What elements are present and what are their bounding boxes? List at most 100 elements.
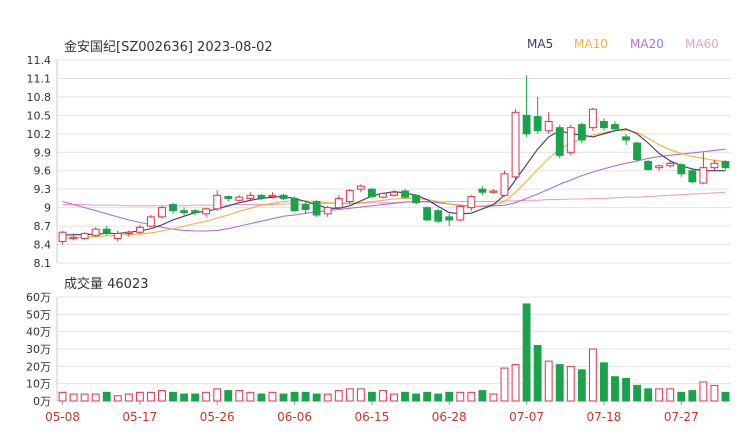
candle-body: [666, 162, 675, 167]
volume-bar: [180, 393, 188, 402]
volume-bar: [588, 348, 597, 402]
candle-body: [622, 136, 630, 141]
candle-body: [500, 173, 509, 196]
candle-body: [423, 207, 432, 221]
candle-body: [213, 194, 222, 210]
volume-bar: [533, 345, 542, 402]
candle-body: [533, 116, 542, 132]
volume-bar: [146, 391, 155, 402]
price-tick-label: 9.9: [34, 146, 52, 159]
candle-body: [158, 207, 166, 218]
volume-bar: [345, 388, 354, 402]
candle-body: [600, 121, 608, 129]
candle-body: [113, 232, 122, 239]
candle-body: [312, 200, 321, 216]
candle-body: [80, 232, 89, 239]
price-tick-label: 10.5: [27, 109, 52, 122]
volume-bar: [158, 390, 166, 402]
volume-tick-label: 20万: [26, 360, 51, 373]
volume-bar: [356, 388, 365, 402]
candle-body: [345, 189, 354, 202]
candle-body: [91, 228, 100, 236]
candle-body: [412, 194, 421, 204]
candle-body: [135, 226, 144, 233]
volume-bar: [622, 377, 630, 402]
volume-bar: [478, 390, 487, 402]
candle-body: [655, 165, 664, 169]
date-tick-label: 07-07: [509, 410, 544, 424]
ma10-line: [62, 129, 726, 239]
candle-body: [102, 228, 111, 234]
volume-bar: [58, 391, 67, 402]
candle-body: [390, 191, 398, 196]
volume-bar: [202, 391, 211, 402]
price-tick-label: 9.3: [34, 183, 52, 196]
date-tick-label: 07-18: [586, 410, 621, 424]
candle-body: [544, 121, 553, 132]
volume-bar: [379, 390, 387, 402]
stock-chart-panel: 金安国纪[SZ002636] 2023-08-02 MA5 MA10 MA20 …: [0, 0, 740, 440]
candle-body: [246, 194, 255, 199]
candle-body: [644, 161, 653, 170]
candle-body: [677, 164, 686, 175]
volume-bar: [124, 393, 133, 402]
volume-bar: [235, 390, 244, 402]
volume-tick-label: 60万: [26, 291, 51, 304]
candle-body: [710, 162, 719, 169]
volume-bar: [555, 364, 564, 402]
candle-body: [202, 208, 211, 215]
volume-bar: [257, 393, 266, 402]
candle-body: [511, 111, 520, 178]
volume-bar: [224, 390, 233, 402]
volume-bar: [423, 391, 432, 402]
price-tick-label: 9.6: [34, 165, 52, 178]
candle-body: [522, 114, 531, 135]
price-tick-label: 8.1: [34, 257, 52, 270]
candle-body: [301, 204, 310, 210]
volume-bar: [367, 391, 376, 402]
price-tick-label: 9: [44, 202, 51, 215]
candle-body: [180, 210, 188, 214]
candle-body: [323, 207, 332, 215]
volume-bar: [688, 390, 697, 402]
candle-body: [489, 190, 498, 193]
volume-tick-label: 0万: [33, 395, 51, 408]
volume-bar: [500, 367, 509, 402]
candle-body: [367, 188, 376, 198]
candle-body: [235, 196, 244, 201]
candle-body: [379, 192, 387, 198]
volume-tick-label: 30万: [26, 343, 51, 356]
volume-bar: [80, 393, 89, 402]
candle-body: [699, 167, 708, 184]
price-tick-label: 11.1: [27, 72, 52, 85]
candle-body: [633, 142, 642, 161]
candle-body: [721, 161, 730, 169]
volume-bar: [467, 391, 476, 402]
candle-body: [688, 170, 697, 183]
candle-body: [611, 124, 619, 130]
candle-body: [169, 204, 177, 212]
date-tick-label: 07-27: [664, 410, 699, 424]
volume-bar: [710, 384, 719, 402]
volume-bar: [721, 391, 730, 402]
volume-bar: [213, 388, 222, 402]
price-tick-label: 10.2: [27, 128, 52, 141]
volume-bar: [246, 391, 255, 402]
volume-bar: [191, 393, 200, 402]
volume-bar: [522, 303, 531, 402]
volume-bar: [102, 391, 111, 402]
volume-bar: [633, 384, 642, 402]
price-tick-label: 8.7: [34, 220, 52, 233]
volume-bar: [456, 391, 465, 402]
volume-bar: [699, 381, 708, 402]
candle-body: [401, 190, 409, 198]
date-tick-label: 05-17: [122, 410, 157, 424]
volume-bar: [135, 391, 144, 402]
candle-body: [279, 194, 288, 199]
volume-bar: [312, 393, 321, 402]
candle-body: [124, 231, 133, 234]
volume-bar: [577, 369, 586, 402]
volume-bar: [677, 391, 686, 402]
ma20-line: [62, 148, 726, 232]
volume-bar: [268, 391, 277, 402]
